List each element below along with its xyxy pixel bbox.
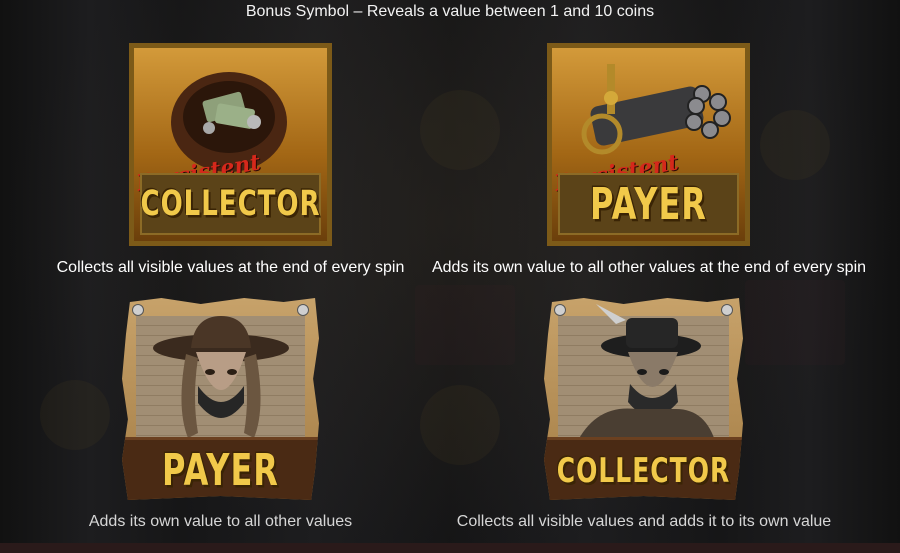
nail-icon [297, 304, 309, 316]
collector-word: COLLECTOR [140, 183, 321, 225]
nail-icon [554, 304, 566, 316]
page-title: Bonus Symbol – Reveals a value between 1… [245, 3, 655, 20]
collector-board: COLLECTOR [544, 437, 743, 500]
payer-word: PAYER [590, 178, 707, 230]
background-coin [760, 110, 830, 180]
collector-word: COLLECTOR [556, 450, 731, 490]
background-coin [420, 90, 500, 170]
payer-wanted-poster: PAYER [122, 298, 319, 500]
background-slot [415, 285, 515, 365]
cowgirl-bandit-icon [153, 316, 289, 438]
background-coin [40, 380, 110, 450]
persistent-collector-caption: Collects all visible values at the end o… [56, 259, 405, 276]
background-coin [420, 385, 500, 465]
collector-banner: COLLECTOR [140, 173, 321, 235]
payer-word: PAYER [162, 444, 279, 496]
payer-banner: PAYER [558, 173, 739, 235]
persistent-payer-caption: Adds its own value to all other values a… [431, 259, 867, 276]
collector-wanted-poster: COLLECTOR [544, 298, 743, 500]
persistent-collector-symbol: Persistent COLLECTOR [129, 43, 332, 246]
payer-caption: Adds its own value to all other values [88, 513, 353, 530]
nail-icon [132, 304, 144, 316]
bottom-bar [0, 543, 900, 553]
persistent-payer-symbol: Persistent PAYER [547, 43, 750, 246]
collector-caption: Collects all visible values and adds it … [456, 513, 832, 530]
nail-icon [721, 304, 733, 316]
payer-board: PAYER [122, 437, 319, 500]
cowboy-bandit-icon [576, 304, 716, 444]
background-slot [745, 280, 845, 365]
